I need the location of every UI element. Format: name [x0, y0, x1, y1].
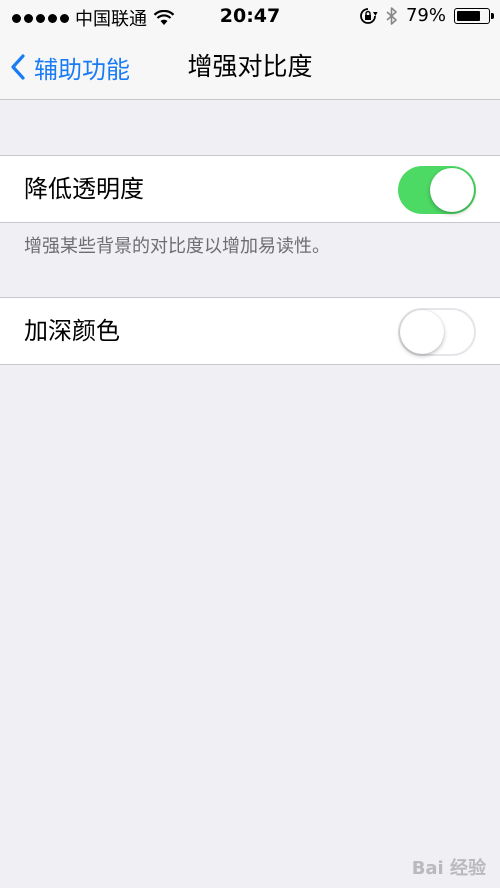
reduce-transparency-label: 降低透明度	[24, 175, 144, 203]
battery-icon	[454, 7, 494, 24]
navigation-bar: 辅助功能 增强对比度	[0, 34, 500, 100]
toggle-knob	[400, 310, 444, 354]
reduce-transparency-toggle[interactable]	[398, 166, 476, 214]
reduce-transparency-row: 降低透明度	[0, 155, 500, 223]
battery-percent: 79%	[405, 5, 446, 26]
status-right: 79%	[358, 5, 494, 26]
darken-colors-toggle[interactable]	[398, 308, 476, 356]
darken-colors-label: 加深颜色	[24, 317, 120, 345]
section-footer-note: 增强某些背景的对比度以增加易读性。	[24, 236, 330, 257]
rotation-lock-icon	[360, 7, 378, 24]
toggle-knob	[430, 168, 474, 212]
darken-colors-row: 加深颜色	[0, 297, 500, 365]
page-title: 增强对比度	[187, 52, 313, 81]
bluetooth-icon	[386, 6, 397, 25]
baidu-watermark: Bai 经验	[411, 858, 486, 879]
status-bar: 中国联通 20:47 79%	[0, 0, 500, 34]
